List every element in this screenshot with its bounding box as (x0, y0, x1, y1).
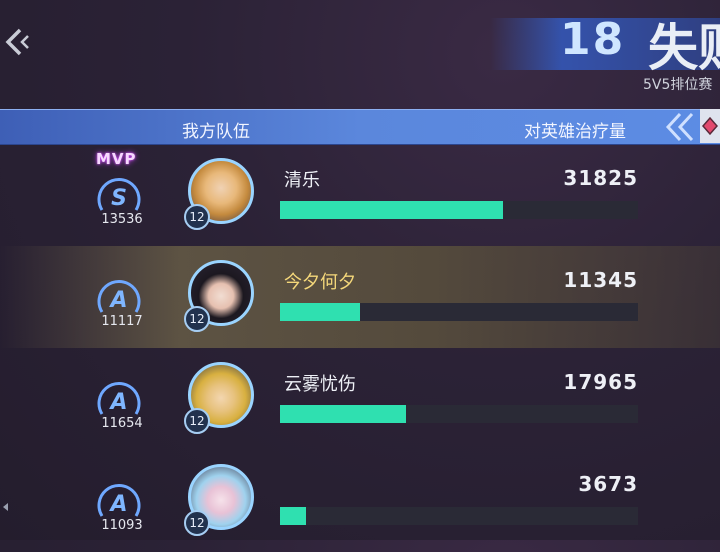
player-name: 今夕何夕 (284, 272, 356, 293)
rank-score: 11654 (101, 416, 143, 431)
stat-column-label: 对英雄治疗量 (524, 122, 626, 142)
player-row[interactable]: A 11654 12 云雾忧伤 17965 (0, 348, 720, 450)
player-row[interactable]: MVP S 13536 12 清乐 31825 (0, 144, 720, 246)
heal-bar-track (280, 507, 638, 525)
player-row[interactable]: A 11093 12 3673 (0, 450, 720, 552)
svg-text:A: A (108, 288, 127, 313)
player-name: 清乐 (284, 170, 320, 191)
heal-bar-fill (280, 201, 504, 219)
heal-bar-track (280, 201, 638, 219)
rank-score: 13536 (101, 212, 143, 227)
player-name: 云雾忧伤 (284, 374, 356, 395)
player-row-self[interactable]: A 11117 12 今夕何夕 11345 (0, 246, 720, 348)
stat-switch-chevron-icon[interactable] (660, 110, 702, 144)
heal-bar-fill (280, 405, 407, 423)
side-expand-icon[interactable] (0, 500, 10, 514)
team-label: 我方队伍 (182, 122, 250, 142)
diamond-icon (702, 116, 718, 136)
heal-value: 11345 (563, 268, 638, 292)
heal-value: 3673 (578, 472, 638, 496)
match-result: 失败 (648, 19, 720, 77)
level-badge: 12 (184, 510, 210, 536)
mvp-badge: MVP (96, 150, 137, 168)
rank-score: 11093 (101, 518, 143, 533)
level-badge: 12 (184, 306, 210, 332)
heal-bar-fill (280, 303, 360, 321)
kill-count: 18 (560, 14, 626, 65)
heal-value: 31825 (563, 166, 638, 190)
stat-toggle[interactable] (700, 109, 720, 143)
match-mode: 5V5排位赛 (643, 77, 713, 93)
svg-text:A: A (108, 492, 127, 517)
svg-text:S: S (111, 186, 127, 211)
heal-bar-track (280, 405, 638, 423)
rank-score: 11117 (101, 314, 143, 329)
back-arrow-icon[interactable] (2, 22, 36, 62)
level-badge: 12 (184, 408, 210, 434)
heal-value: 17965 (563, 370, 638, 394)
heal-bar-track (280, 303, 638, 321)
svg-text:A: A (108, 390, 127, 415)
heal-bar-fill (280, 507, 306, 525)
level-badge: 12 (184, 204, 210, 230)
table-header: 我方队伍 对英雄治疗量 (0, 109, 720, 145)
